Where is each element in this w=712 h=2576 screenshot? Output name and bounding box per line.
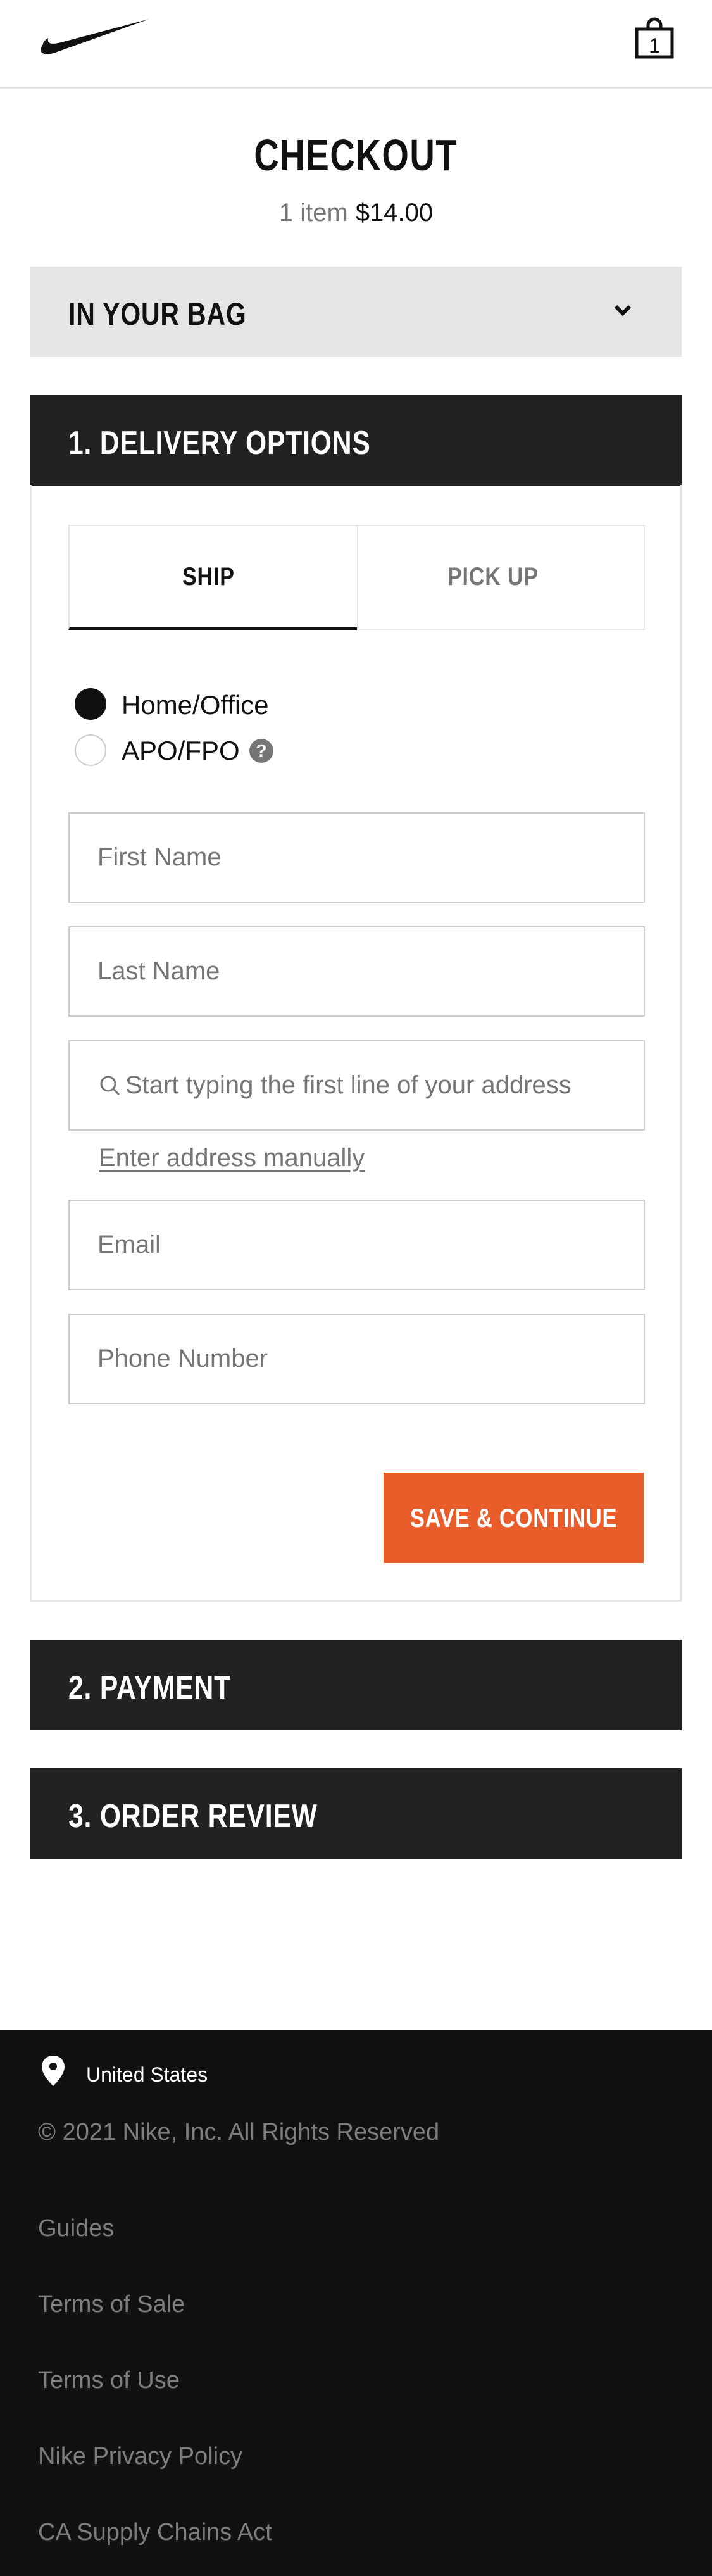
page-title: CHECKOUT <box>254 130 458 180</box>
payment-header[interactable]: 2. PAYMENT <box>30 1640 682 1730</box>
bag-count: 1 <box>649 34 660 57</box>
page-title-wrap: CHECKOUT <box>0 130 712 180</box>
footer-link-guides[interactable]: Guides <box>38 2215 114 2242</box>
footer-link-privacy-policy[interactable]: Nike Privacy Policy <box>38 2443 242 2470</box>
site-header: 1 <box>0 0 712 89</box>
shopping-bag-icon[interactable]: 1 <box>634 16 675 60</box>
last-name-field[interactable] <box>68 926 645 1017</box>
save-and-continue-button[interactable]: SAVE & CONTINUE <box>384 1473 644 1563</box>
country-selector[interactable]: United States <box>86 2063 208 2087</box>
last-name-input[interactable] <box>97 927 616 1015</box>
home-office-label[interactable]: Home/Office <box>122 690 269 720</box>
copyright-text: © 2021 Nike, Inc. All Rights Reserved <box>38 2119 440 2146</box>
first-name-input[interactable] <box>97 814 616 902</box>
apo-fpo-label[interactable]: APO/FPO <box>122 736 240 766</box>
footer-link-ca-supply-chains-act[interactable]: CA Supply Chains Act <box>38 2519 272 2546</box>
first-name-field[interactable] <box>68 812 645 903</box>
order-total: $14.00 <box>355 199 434 227</box>
search-icon <box>100 1076 120 1096</box>
order-review-label: 3. ORDER REVIEW <box>68 1798 318 1835</box>
site-footer: United States © 2021 Nike, Inc. All Righ… <box>0 2030 712 2576</box>
phone-number-input[interactable] <box>97 1315 616 1403</box>
location-pin-icon[interactable] <box>41 2054 66 2087</box>
chevron-down-icon[interactable] <box>614 304 632 317</box>
apo-fpo-radio[interactable] <box>75 734 106 766</box>
tab-ship[interactable]: SHIP <box>68 525 358 630</box>
address-search-field[interactable] <box>68 1040 645 1131</box>
delivery-options-header[interactable]: 1. DELIVERY OPTIONS <box>30 395 682 486</box>
payment-label: 2. PAYMENT <box>68 1669 232 1706</box>
phone-number-field[interactable] <box>68 1314 645 1404</box>
enter-address-manually-link[interactable]: Enter address manually <box>99 1144 365 1172</box>
in-your-bag-label: IN YOUR BAG <box>68 296 247 332</box>
tab-ship-label: SHIP <box>182 563 235 591</box>
order-review-header[interactable]: 3. ORDER REVIEW <box>30 1768 682 1859</box>
tab-pick-up-label: PICK UP <box>447 563 539 591</box>
footer-link-terms-of-sale[interactable]: Terms of Sale <box>38 2291 185 2318</box>
address-search-input[interactable] <box>125 1041 632 1129</box>
save-and-continue-label: SAVE & CONTINUE <box>409 1503 618 1533</box>
footer-link-terms-of-use[interactable]: Terms of Use <box>38 2367 180 2394</box>
home-office-radio[interactable] <box>75 688 106 720</box>
order-summary: 1 item $14.00 <box>0 199 712 227</box>
email-input[interactable] <box>97 1201 616 1289</box>
tab-pick-up[interactable]: PICK UP <box>357 525 645 630</box>
help-icon[interactable]: ? <box>249 739 273 763</box>
in-your-bag-toggle[interactable]: IN YOUR BAG <box>30 267 682 357</box>
nike-swoosh-icon[interactable] <box>38 16 152 58</box>
item-count: 1 item <box>278 199 348 227</box>
delivery-options-label: 1. DELIVERY OPTIONS <box>68 425 371 462</box>
email-field[interactable] <box>68 1200 645 1290</box>
